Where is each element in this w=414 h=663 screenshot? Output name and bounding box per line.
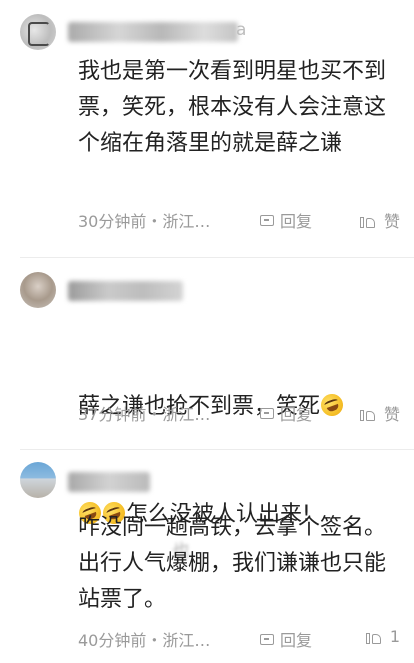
like-button[interactable]: 1	[365, 627, 400, 646]
comment-item: a 我也是第一次看到明星也买不到票，笑死，根本没有人会注意这个缩在角落里的就是薛…	[0, 0, 414, 258]
thumbs-up-icon	[359, 213, 376, 228]
thumbs-up-icon	[365, 629, 382, 644]
comment-time-location: 30分钟前・浙江…	[78, 212, 211, 231]
comment-text: 咋没同一趟高铁，去拿个签名。出行人气爆棚，我们谦谦也只能站票了。	[78, 515, 387, 612]
reply-icon	[260, 214, 274, 226]
reply-icon	[260, 633, 274, 645]
reply-button[interactable]: 回复	[260, 208, 312, 232]
avatar[interactable]	[20, 14, 56, 50]
reply-label: 回复	[280, 631, 313, 650]
like-label: 赞	[383, 405, 400, 424]
nickname-blurred[interactable]	[68, 22, 238, 42]
like-button[interactable]: 赞	[359, 208, 400, 232]
comment-time-location: 37分钟前・浙江…	[78, 405, 211, 424]
avatar[interactable]	[20, 272, 56, 308]
comment-meta: 40分钟前・浙江… 回复 1	[78, 625, 400, 651]
thumbs-up-icon	[359, 406, 376, 421]
reply-button[interactable]: 回复	[260, 627, 312, 651]
like-count: 1	[389, 627, 400, 646]
reply-icon	[260, 407, 274, 419]
like-button[interactable]: 赞	[359, 401, 400, 425]
nickname-suffix: a	[236, 20, 247, 40]
comment-meta: 37分钟前・浙江… 回复 赞	[78, 399, 400, 425]
comment-text: 我也是第一次看到明星也买不到票，笑死，根本没有人会注意这个缩在角落里的就是薛之谦	[78, 59, 387, 156]
avatar[interactable]	[20, 462, 56, 498]
like-label: 赞	[383, 212, 400, 231]
nickname-blurred[interactable]	[68, 472, 150, 492]
comment-meta: 30分钟前・浙江… 回复 赞	[78, 206, 400, 232]
nickname-blurred[interactable]	[68, 281, 183, 301]
reply-label: 回复	[280, 212, 313, 231]
reply-button[interactable]: 回复	[260, 401, 312, 425]
reply-label: 回复	[280, 405, 313, 424]
comment-time-location: 40分钟前・浙江…	[78, 631, 211, 650]
